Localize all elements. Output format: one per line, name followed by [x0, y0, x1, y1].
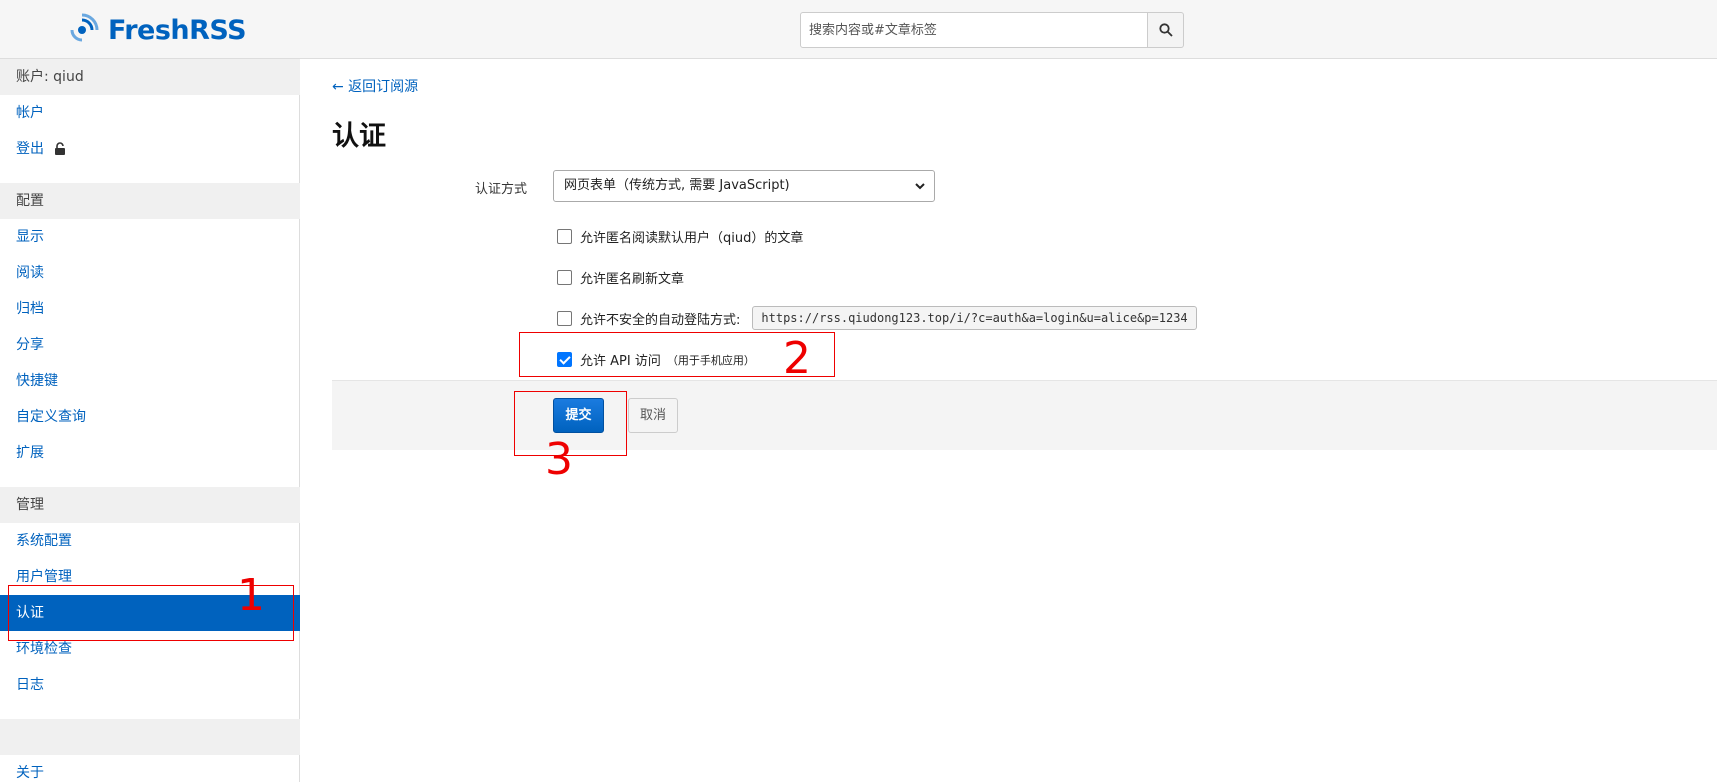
chevron-down-icon — [915, 183, 925, 190]
rss-logo-icon — [70, 13, 99, 42]
lock-icon — [55, 142, 66, 155]
annotation-number-2: 2 — [783, 333, 811, 384]
anon-refresh-checkbox[interactable] — [557, 270, 572, 285]
sidebar-item-archiving[interactable]: 归档 — [0, 291, 300, 327]
sidebar-item-queries[interactable]: 自定义查询 — [0, 399, 300, 435]
sidebar-item-sharing[interactable]: 分享 — [0, 327, 300, 363]
search-icon — [1158, 23, 1173, 37]
search-bar — [800, 12, 1184, 48]
sidebar-item-account[interactable]: 帐户 — [0, 95, 300, 131]
anon-read-label: 允许匿名阅读默认用户（qiud）的文章 — [580, 231, 804, 246]
page-title: 认证 — [332, 121, 386, 152]
search-input[interactable] — [800, 12, 1148, 48]
unsafe-autologin-label: 允许不安全的自动登陆方式: — [580, 312, 741, 328]
logo[interactable]: FreshRSS — [68, 12, 247, 48]
anon-refresh-label: 允许匿名刷新文章 — [580, 272, 685, 287]
cancel-button[interactable]: 取消 — [628, 398, 678, 433]
sidebar-item-display[interactable]: 显示 — [0, 219, 300, 255]
anon-read-option: 允许匿名阅读默认用户（qiud）的文章 — [557, 227, 803, 246]
unsafe-autologin-checkbox[interactable] — [557, 310, 572, 326]
sidebar-item-logout[interactable]: 登出 — [0, 131, 300, 167]
autologin-url[interactable]: https://rss.qiudong123.top/i/?c=auth&a=l… — [752, 306, 1197, 330]
sidebar-item-system[interactable]: 系统配置 — [0, 523, 300, 559]
header: FreshRSS — [0, 0, 1717, 59]
page: FreshRSS 账户: qiud 帐户 登出 配置 显示 阅读 归档 分 — [0, 0, 1717, 782]
search-button[interactable] — [1148, 12, 1184, 48]
anon-read-checkbox[interactable] — [557, 229, 572, 244]
sidebar-item-about[interactable]: 关于 — [0, 755, 300, 782]
sidebar-section-config: 配置 — [0, 183, 300, 219]
auth-method-select[interactable]: 网页表单（传统方式, 需要 JavaScript) — [553, 170, 935, 202]
sidebar-item-label: 登出 — [16, 141, 44, 157]
auth-method-value: 网页表单（传统方式, 需要 JavaScript) — [564, 178, 790, 193]
auth-method-label: 认证方式 — [475, 182, 528, 197]
annotation-number-1: 1 — [237, 570, 265, 621]
app-name: FreshRSS — [108, 14, 247, 46]
sidebar-item-reading[interactable]: 阅读 — [0, 255, 300, 291]
back-to-feeds-link[interactable]: ← 返回订阅源 — [332, 76, 418, 96]
sidebar-item-extensions[interactable]: 扩展 — [0, 435, 300, 471]
sidebar-section-empty — [0, 719, 300, 755]
unsafe-autologin-option: 允许不安全的自动登陆方式: https://rss.qiudong123.top… — [557, 306, 1197, 330]
sidebar-section-admin: 管理 — [0, 487, 300, 523]
sidebar-item-logs[interactable]: 日志 — [0, 667, 300, 703]
sidebar-section-account: 账户: qiud — [0, 59, 300, 95]
anon-refresh-option: 允许匿名刷新文章 — [557, 268, 684, 287]
annotation-number-3: 3 — [545, 434, 573, 485]
sidebar-item-shortcuts[interactable]: 快捷键 — [0, 363, 300, 399]
sidebar: 账户: qiud 帐户 登出 配置 显示 阅读 归档 分享 快捷键 自定义查询 … — [0, 59, 300, 782]
